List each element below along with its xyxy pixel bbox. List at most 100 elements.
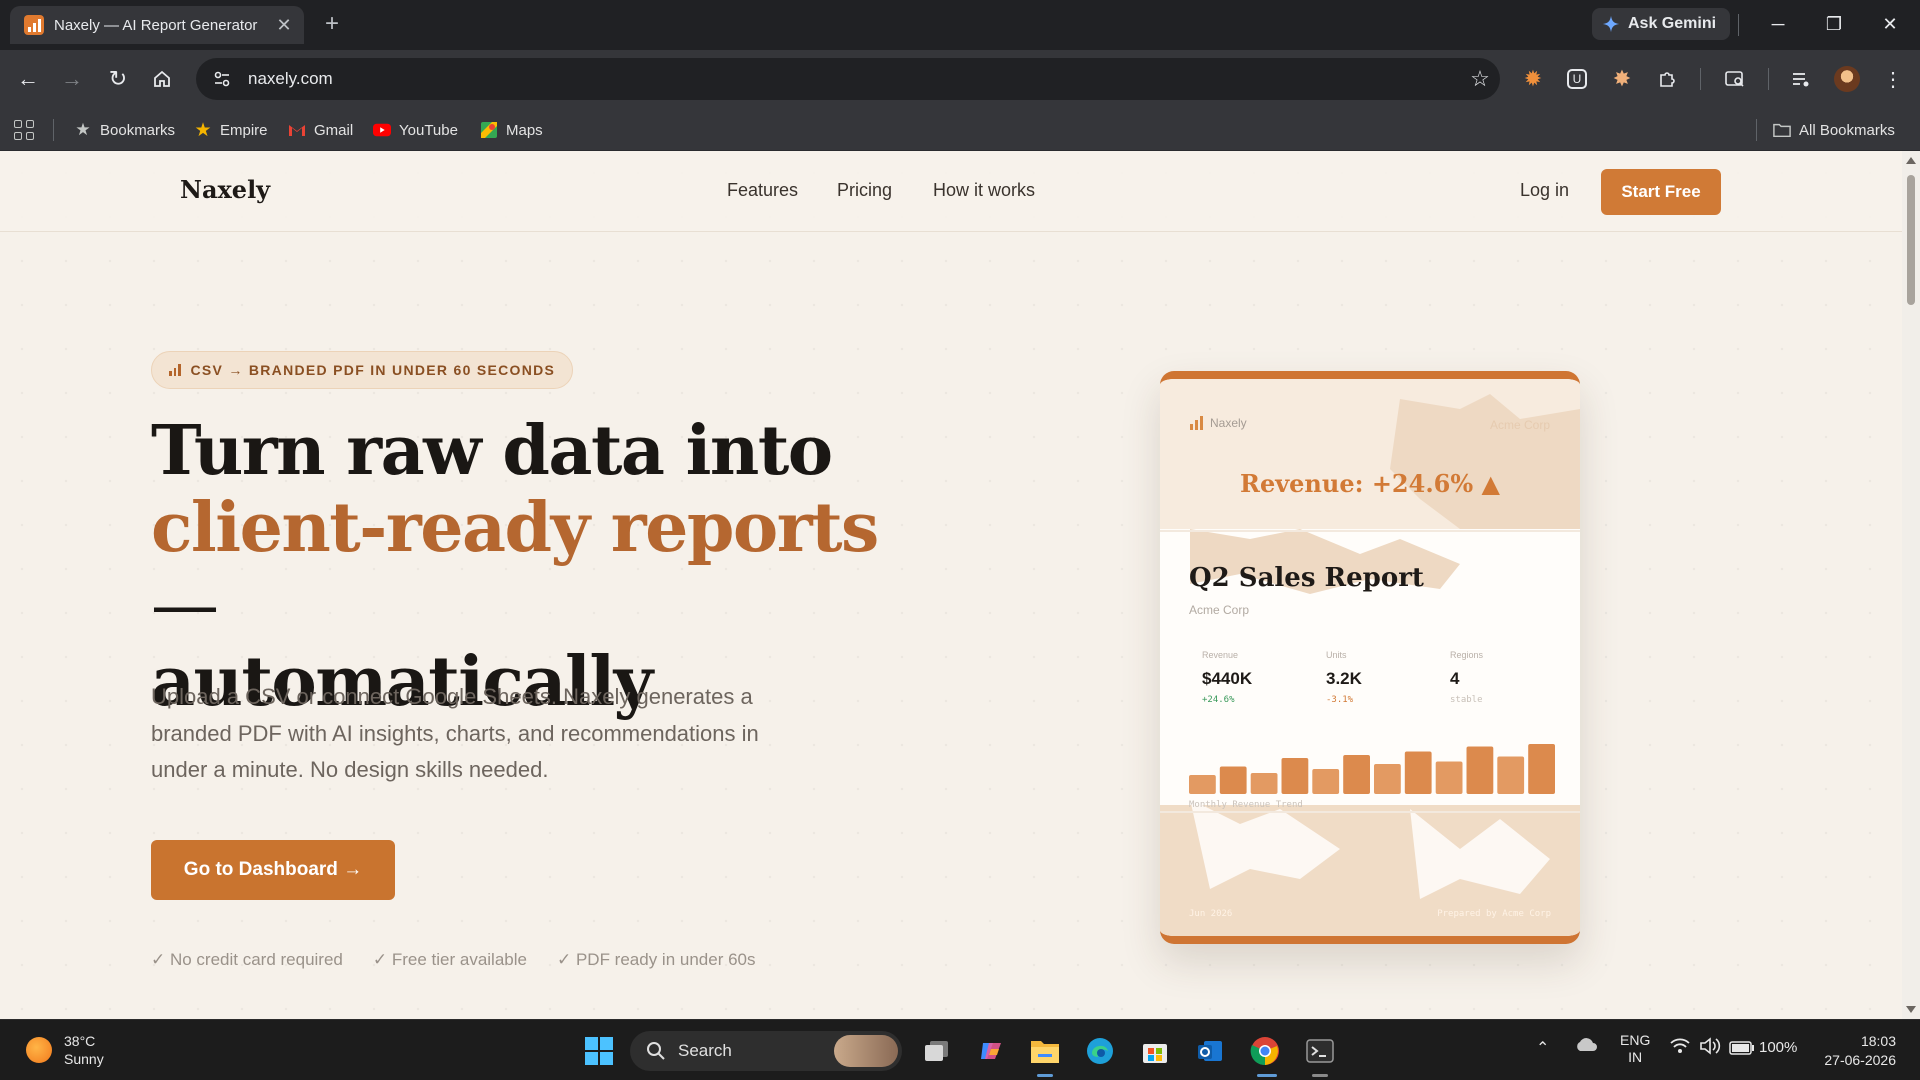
scroll-thumb[interactable]: [1907, 175, 1915, 305]
close-tab-icon[interactable]: ✕: [274, 15, 294, 36]
divider: [53, 119, 54, 141]
restore-button[interactable]: ❐: [1814, 8, 1854, 40]
site-info-icon[interactable]: [202, 58, 242, 100]
star-gold-icon: ★: [194, 119, 212, 141]
chart-bar: [1219, 766, 1247, 794]
start-free-button[interactable]: Start Free: [1601, 169, 1721, 215]
taskbar-search[interactable]: Search: [630, 1031, 902, 1071]
date: 27-06-2026: [1824, 1052, 1896, 1068]
page-scrollbar[interactable]: [1902, 151, 1920, 1019]
language-indicator[interactable]: ENG IN: [1620, 1032, 1650, 1066]
login-link[interactable]: Log in: [1520, 180, 1569, 201]
metric-label: Regions: [1450, 650, 1484, 660]
terminal-icon[interactable]: [1302, 1033, 1338, 1069]
hero-checks: ✓ No credit card required ✓ Free tier av…: [151, 950, 756, 970]
close-window-button[interactable]: ✕: [1870, 8, 1910, 40]
gmail-icon: [288, 121, 306, 139]
weather-widget[interactable]: 38°C Sunny: [26, 1032, 104, 1068]
bookmark-label: YouTube: [399, 121, 458, 139]
ask-gemini-label: Ask Gemini: [1628, 15, 1717, 32]
apps-grid-icon[interactable]: [14, 120, 34, 140]
nav-how-it-works[interactable]: How it works: [933, 180, 1035, 201]
extension-badge-icon[interactable]: U: [1562, 64, 1592, 94]
site-logo[interactable]: Naxely: [180, 175, 270, 204]
extension-claude-icon[interactable]: ✸: [1607, 64, 1637, 94]
scroll-up-arrow[interactable]: [1906, 157, 1916, 164]
hero-title-accent: client-ready reports: [151, 488, 879, 568]
site-header: Naxely Features Pricing How it works Log…: [0, 151, 1902, 232]
nav-pricing[interactable]: Pricing: [837, 180, 892, 201]
tab-naxely[interactable]: Naxely — AI Report Generator ✕: [10, 6, 304, 44]
chart-bar: [1189, 775, 1216, 794]
copilot-icon[interactable]: [973, 1033, 1009, 1069]
hero-title-dash: —: [151, 566, 219, 645]
search-label: Search: [678, 1041, 732, 1060]
microsoft-store-icon[interactable]: [1137, 1033, 1173, 1069]
metric-value: $440K: [1202, 669, 1253, 688]
forward-icon[interactable]: →: [56, 63, 88, 95]
bookmark-all-bookmarks[interactable]: All Bookmarks: [1756, 116, 1895, 144]
bookmark-star-icon[interactable]: ☆: [1460, 66, 1500, 92]
divider: [1738, 14, 1739, 36]
extension-sun-icon[interactable]: ✹: [1518, 64, 1548, 94]
search-icon: [647, 1042, 665, 1060]
active-indicator: [1037, 1074, 1053, 1077]
reload-icon[interactable]: ↻: [102, 63, 134, 95]
address-bar[interactable]: naxely.com ☆: [196, 58, 1500, 100]
file-explorer-icon[interactable]: [1027, 1033, 1063, 1069]
volume-icon[interactable]: [1699, 1037, 1721, 1059]
nav-features[interactable]: Features: [727, 180, 798, 201]
gemini-icon: [1602, 15, 1620, 33]
tray-overflow-icon[interactable]: ⌃: [1536, 1038, 1549, 1058]
menu-kebab-icon[interactable]: ⋮: [1878, 64, 1908, 94]
chart-bar: [1466, 746, 1494, 794]
metric-value: 3.2K: [1326, 669, 1362, 688]
folder-icon: [1773, 121, 1791, 139]
metric-units: Units 3.2K -3.1%: [1326, 650, 1446, 705]
ask-gemini-button[interactable]: Ask Gemini: [1592, 8, 1731, 40]
bookmark-label: Maps: [506, 121, 543, 139]
bookmark-empire[interactable]: ★ Empire: [194, 116, 267, 144]
back-icon[interactable]: ←: [12, 63, 44, 95]
bookmark-youtube[interactable]: YouTube: [373, 116, 458, 144]
task-view-icon[interactable]: [919, 1033, 955, 1069]
bar-chart-icon: [169, 364, 181, 376]
media-control-icon[interactable]: [1786, 64, 1816, 94]
battery-icon: [1729, 1040, 1754, 1055]
go-to-dashboard-button[interactable]: Go to Dashboard →: [151, 840, 395, 900]
chart-bar: [1374, 764, 1401, 794]
bookmark-gmail[interactable]: Gmail: [288, 116, 353, 144]
metric-regions: Regions 4 stable: [1450, 650, 1570, 705]
chart-bar: [1312, 769, 1340, 794]
metric-delta: -3.1%: [1326, 695, 1354, 705]
scroll-down-arrow[interactable]: [1906, 1006, 1916, 1013]
bookmark-maps[interactable]: Maps: [480, 116, 543, 144]
new-tab-button[interactable]: +: [318, 10, 346, 38]
hero-title: Turn raw data into client-ready reports …: [151, 413, 911, 721]
report-brand-label: Naxely: [1210, 416, 1247, 430]
edge-icon[interactable]: [1082, 1033, 1118, 1069]
home-icon[interactable]: [146, 63, 178, 95]
windows-start-icon[interactable]: [581, 1033, 617, 1069]
chrome-icon[interactable]: [1247, 1033, 1283, 1069]
onedrive-icon[interactable]: [1574, 1036, 1598, 1056]
chart-bar: [1250, 773, 1278, 794]
minimize-button[interactable]: ─: [1758, 8, 1798, 40]
profile-avatar[interactable]: [1832, 64, 1862, 94]
outlook-icon[interactable]: [1192, 1033, 1228, 1069]
metric-delta: +24.6%: [1202, 695, 1235, 705]
metric-value: 4: [1450, 669, 1460, 688]
check-item: ✓ PDF ready in under 60s: [556, 950, 756, 969]
divider: [1700, 68, 1701, 90]
wifi-icon[interactable]: [1670, 1038, 1690, 1058]
all-bookmarks-label: All Bookmarks: [1799, 121, 1895, 139]
tab-search-icon[interactable]: [1720, 64, 1750, 94]
clock[interactable]: 18:03 27-06-2026: [1816, 1032, 1896, 1070]
battery-indicator[interactable]: 100%: [1729, 1039, 1797, 1056]
bar-chart-icon: [1190, 416, 1203, 430]
extensions-puzzle-icon[interactable]: [1652, 64, 1682, 94]
bookmark-bookmarks[interactable]: ★ Bookmarks: [74, 116, 175, 144]
active-indicator: [1257, 1074, 1277, 1077]
metric-label: Units: [1326, 650, 1347, 660]
taskbar: 38°C Sunny Search ⌃ ENG IN 100% 18:03 27…: [0, 1019, 1920, 1080]
